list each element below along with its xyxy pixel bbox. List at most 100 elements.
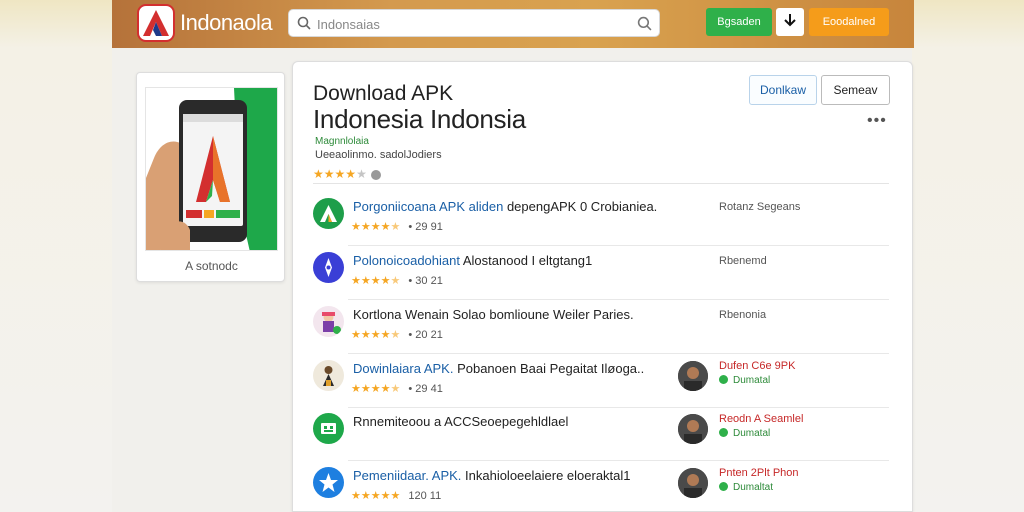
app-list-title-rest: Kortlona Wenain Solao bomlioune Weiler P… [353,307,634,322]
star-icon: ★ [351,275,361,287]
star-icon: ★ [370,383,381,395]
app-list-item[interactable]: Kortlona Wenain Solao bomlioune Weiler P… [293,300,914,354]
star-icon: ★ [360,275,371,287]
star-empty-icon: ★ [356,167,367,181]
app-list-item[interactable]: Polonoicoadohiant Alostanood I eltgtang1… [293,246,914,300]
verified-icon [719,375,728,384]
star-half-icon: ★ [390,329,401,341]
app-list-rating-count: • 30 21 [408,275,443,287]
app-rating: ★★★★★ [313,167,381,181]
app-developer[interactable]: Ueeaolinmo. sadolJodiers [315,149,442,161]
top-bar: Indonaola Bgsaden Eoodalned [112,0,914,48]
more-options-icon[interactable]: ••• [867,112,887,130]
download-arrow-icon [783,13,797,32]
app-list-rating: ★★★★★ • 30 21 [351,274,443,287]
star-icon: ★ [380,275,391,287]
android-icon[interactable] [313,198,344,229]
brand-name[interactable]: Indonaola [180,10,273,36]
search-bar[interactable] [288,9,660,37]
rating-count-icon [370,169,381,180]
app-list-rating: ★★★★★ • 20 21 [351,328,443,341]
star-icon: ★ [360,383,371,395]
publisher-meta: Dumatal [719,375,770,386]
star-icon: ★ [380,383,391,395]
star-icon: ★ [380,490,391,502]
star-icon: ★ [351,329,361,341]
star-icon: ★ [313,167,324,181]
star-icon: ★ [370,490,381,502]
app-list-title[interactable]: Dowinlaiara APK. Pobanoen Baai Pegaitat … [353,361,644,376]
search-input[interactable] [317,14,617,34]
star-icon: ★ [351,221,361,233]
star-icon: ★ [380,329,391,341]
star-half-icon: ★ [390,275,401,287]
publisher-meta-label: Dumatal [733,428,771,439]
star-icon: ★ [380,221,391,233]
game-icon[interactable] [313,360,344,391]
app-list-rating: ★★★★★ • 29 91 [351,220,443,233]
app-list-rating: ★★★★★ 120 11 [351,489,441,502]
star-icon: ★ [360,490,371,502]
app-detail-panel: Download APK Indonesia Indonsia Magnnlol… [292,61,913,512]
star-icon: ★ [334,167,346,181]
app-list-item[interactable]: Pemeniidaar. APK. Inkahioloeelaiere eloe… [293,461,914,512]
app-list-title-highlight: Porgoniicoana APK aliden [353,199,507,214]
verified-icon [719,482,728,491]
publisher-name[interactable]: Pnten 2Plt Phon [719,467,799,479]
avatar[interactable] [678,361,708,391]
app-name: Indonesia Indonsia [313,104,526,134]
app-list-side-label: Rotanz Segeans [719,201,801,213]
app-list-item[interactable]: Dowinlaiara APK. Pobanoen Baai Pegaitat … [293,354,914,408]
app-list-title[interactable]: Rnnemiteoou a ACCSeoepegehldlael [353,414,568,429]
app-list-item[interactable]: Porgoniicoana APK aliden depengAPK 0 Cro… [293,192,914,246]
app-list-rating-count: • 20 21 [408,329,443,341]
background-right [912,0,1024,512]
publisher-name[interactable]: Reodn A Seamlel [719,413,803,425]
verified-icon [719,428,728,437]
star-icon: ★ [345,167,357,181]
app-list-rating-count: 120 11 [408,490,442,502]
star-half-icon: ★ [390,383,401,395]
publisher-name[interactable]: Dufen C6e 9PK [719,360,795,372]
app-list-item[interactable]: Rnnemiteoou a ACCSeoepegehldlael Reodn A … [293,407,914,461]
star-icon: ★ [360,329,371,341]
app-list-title-highlight: Dowinlaiara APK. [353,361,458,376]
avatar[interactable] [678,468,708,498]
star-icon: ★ [370,329,381,341]
grid-icon[interactable] [313,413,344,444]
background-left [0,0,112,512]
star-icon[interactable] [313,467,344,498]
app-list-side-label: Rbenonia [719,309,767,321]
app-list-title[interactable]: Pemeniidaar. APK. Inkahioloeelaiere eloe… [353,468,631,483]
star-half-icon: ★ [390,221,401,233]
publisher-meta: Dumatal [719,428,770,439]
header-green-button[interactable]: Bgsaden [706,8,772,36]
app-list-title[interactable]: Polonoicoadohiant Alostanood I eltgtang1 [353,253,592,268]
star-icon: ★ [370,221,381,233]
star-icon: ★ [323,167,335,181]
header-orange-button[interactable]: Eoodalned [809,8,889,36]
app-preview-card: A sotnodc [136,72,285,282]
search-submit-icon[interactable] [637,16,652,36]
app-list-title-rest: Rnnemiteoou a ACCSeoepegehldlael [353,414,569,429]
app-list-title-highlight: Pemeniidaar. APK. [353,468,466,483]
app-list-rating-count: • 29 91 [408,221,443,233]
star-icon: ★ [351,490,361,502]
character-icon[interactable] [313,306,344,337]
app-category[interactable]: Magnnlolaia [315,136,369,147]
app-list-title[interactable]: Porgoniicoana APK aliden depengAPK 0 Cro… [353,199,657,214]
page-title: Download APK [313,82,454,105]
app-logo-icon[interactable] [137,4,175,42]
avatar[interactable] [678,414,708,444]
secondary-button[interactable]: Semeav [821,75,890,105]
app-list-title[interactable]: Kortlona Wenain Solao bomlioune Weiler P… [353,307,634,322]
app-list-title-rest: Pobanoen Baai Pegaitat Iløoga.. [457,361,645,376]
star-icon: ★ [360,221,371,233]
app-list-title-rest: Alostanood I eltgtang1 [462,253,593,268]
app-list-title-highlight: Polonoicoadohiant [353,253,463,268]
header-download-button[interactable] [776,8,804,36]
publisher-meta-label: Dumatal [733,375,771,386]
download-button[interactable]: Donlkaw [749,75,817,105]
star-icon: ★ [370,275,381,287]
compass-icon[interactable] [313,252,344,283]
